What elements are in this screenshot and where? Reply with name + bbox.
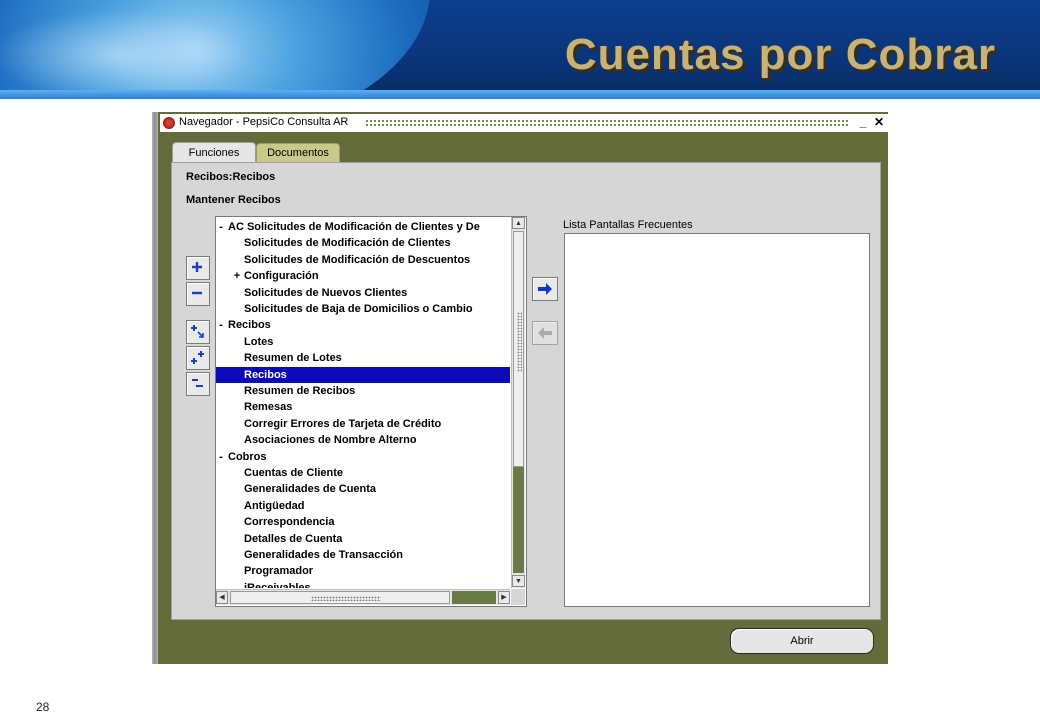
minimize-icon[interactable]: _ — [856, 115, 870, 130]
scroll-thumb[interactable] — [513, 231, 524, 467]
banner-stripe — [0, 90, 1040, 99]
tree-item-label: AC Solicitudes de Modificación de Client… — [228, 221, 480, 233]
remove-from-frequent-button[interactable] — [532, 321, 558, 345]
expand-all-button[interactable] — [186, 346, 210, 370]
tree-item[interactable]: Antigüedad — [216, 498, 510, 514]
tree-item-label: Antigüedad — [244, 499, 305, 512]
tree-item[interactable]: Resumen de Lotes — [216, 350, 510, 366]
scroll-down-icon[interactable]: ▼ — [512, 575, 525, 587]
navigator-window: Navegador - PepsiCo Consulta AR _ ✕ Func… — [152, 112, 888, 664]
tab-documentos[interactable]: Documentos — [256, 143, 340, 162]
tree-item-label: Solicitudes de Modificación de Clientes — [244, 237, 451, 250]
tree-item[interactable]: - AC Solicitudes de Modificación de Clien… — [216, 219, 510, 235]
expand-all-icon — [191, 351, 204, 364]
window-titlebar[interactable]: Navegador - PepsiCo Consulta AR _ ✕ — [160, 114, 888, 132]
function-subtitle: Mantener Recibos — [186, 194, 281, 206]
tree-item[interactable]: Solicitudes de Modificación de Descuento… — [216, 252, 510, 268]
tree-item-label: Detalles de Cuenta — [244, 532, 343, 545]
add-to-frequent-button[interactable] — [532, 277, 558, 301]
scroll-up-icon[interactable]: ▲ — [512, 217, 525, 229]
tree-item-label: Remesas — [244, 401, 293, 414]
slide-banner: Cuentas por Cobrar — [0, 0, 1040, 92]
tree-item[interactable]: Detalles de Cuenta — [216, 531, 510, 547]
tree-item-label: Solicitudes de Baja de Domicilios o Camb… — [244, 303, 473, 315]
globe-image — [0, 0, 430, 92]
collapse-button[interactable] — [186, 282, 210, 306]
tree-item-label: Asociaciones de Nombre Alterno — [244, 434, 417, 447]
open-button[interactable]: Abrir — [730, 628, 874, 654]
collapse-all-button[interactable] — [186, 372, 210, 396]
tree-item[interactable]: Resumen de Recibos — [216, 383, 510, 399]
collapse-icon — [192, 291, 202, 295]
expand-branch-button[interactable] — [186, 320, 210, 344]
tree-item[interactable]: Generalidades de Cuenta — [216, 481, 510, 497]
tree-item-label: Configuración — [244, 270, 319, 283]
expand-icon — [192, 262, 202, 272]
tree-item-label: Cuentas de Cliente — [244, 467, 344, 479]
tree-item[interactable]: Corregir Errores de Tarjeta de Crédito — [216, 416, 510, 432]
tree-item-label: Resumen de Recibos — [244, 385, 356, 397]
tree-item[interactable]: - Cobros — [216, 449, 510, 465]
tree-item-label: Generalidades de Transacción — [244, 549, 403, 561]
collapse-node-icon[interactable]: - — [216, 317, 226, 333]
slide-title: Cuentas por Cobrar — [564, 30, 996, 79]
frequent-list-label: Lista Pantallas Frecuentes — [563, 219, 693, 231]
collapse-node-icon[interactable]: - — [216, 219, 226, 235]
tree-item[interactable]: Solicitudes de Nuevos Clientes — [216, 285, 510, 301]
window-edge — [152, 112, 158, 664]
tree-item[interactable]: Cuentas de Cliente — [216, 465, 510, 481]
functions-panel: Recibos:Recibos Mantener Recibos - AC Sol… — [171, 162, 881, 620]
tree-item[interactable]: Solicitudes de Modificación de Clientes — [216, 235, 510, 251]
tree-item-label: Correspondencia — [244, 516, 335, 529]
collapse-node-icon[interactable]: - — [216, 449, 226, 465]
tree-item-label: Recibos — [228, 319, 271, 332]
tree-horizontal-scrollbar[interactable]: ◀ ▶ — [216, 589, 510, 605]
arrow-left-icon — [538, 327, 552, 339]
tab-funciones[interactable]: Funciones — [172, 142, 256, 163]
collapse-all-icon — [192, 379, 203, 387]
frequent-list[interactable] — [564, 233, 870, 607]
expand-branch-icon — [191, 325, 204, 338]
app-icon — [163, 117, 175, 129]
tree-item-label: Generalidades de Cuenta — [244, 483, 377, 496]
arrow-right-icon — [538, 283, 552, 295]
tree-item[interactable]: Programador — [216, 563, 510, 579]
tree-item[interactable]: Recibos — [216, 366, 510, 383]
tree-item[interactable]: Solicitudes de Baja de Domicilios o Camb… — [216, 301, 510, 317]
close-icon[interactable]: ✕ — [872, 115, 886, 130]
tree-item-label: Solicitudes de Nuevos Clientes — [244, 286, 408, 299]
window-title: Navegador - PepsiCo Consulta AR — [179, 116, 349, 128]
tree-item-label: Lotes — [244, 335, 274, 348]
tree-item-label: Programador — [244, 565, 314, 578]
tree-item[interactable]: Lotes — [216, 334, 510, 350]
tree-rows: - AC Solicitudes de Modificación de Clien… — [216, 217, 510, 588]
tree-item[interactable]: Generalidades de Transacción — [216, 547, 510, 563]
expand-node-icon[interactable]: + — [232, 268, 242, 284]
tree-item-label: Resumen de Lotes — [244, 352, 342, 365]
expand-button[interactable] — [186, 256, 210, 280]
tree-item[interactable]: + Configuración — [216, 268, 510, 284]
tree-item-label: iReceivables — [244, 581, 311, 588]
tree-item[interactable]: Remesas — [216, 399, 510, 415]
page-number: 28 — [36, 700, 50, 714]
tree-item-label: Solicitudes de Modificación de Descuento… — [244, 253, 471, 266]
tree-item[interactable]: Asociaciones de Nombre Alterno — [216, 432, 510, 448]
tree-item-label: Recibos — [244, 368, 287, 381]
scroll-left-icon[interactable]: ◀ — [216, 591, 228, 604]
tree-vertical-scrollbar[interactable]: ▲ ▼ — [511, 217, 525, 588]
tree-item[interactable]: - Recibos — [216, 317, 510, 333]
tree-item[interactable]: iReceivables — [216, 580, 510, 588]
titlebar-grip — [365, 119, 849, 127]
tree-item[interactable]: Correspondencia — [216, 514, 510, 530]
tree-item-label: Cobros — [228, 450, 267, 463]
scroll-right-icon[interactable]: ▶ — [498, 591, 510, 604]
tree-item-label: Corregir Errores de Tarjeta de Crédito — [244, 417, 442, 430]
hscroll-thumb[interactable] — [230, 591, 450, 604]
function-path: Recibos:Recibos — [186, 171, 276, 183]
function-tree[interactable]: - AC Solicitudes de Modificación de Clien… — [215, 216, 527, 607]
